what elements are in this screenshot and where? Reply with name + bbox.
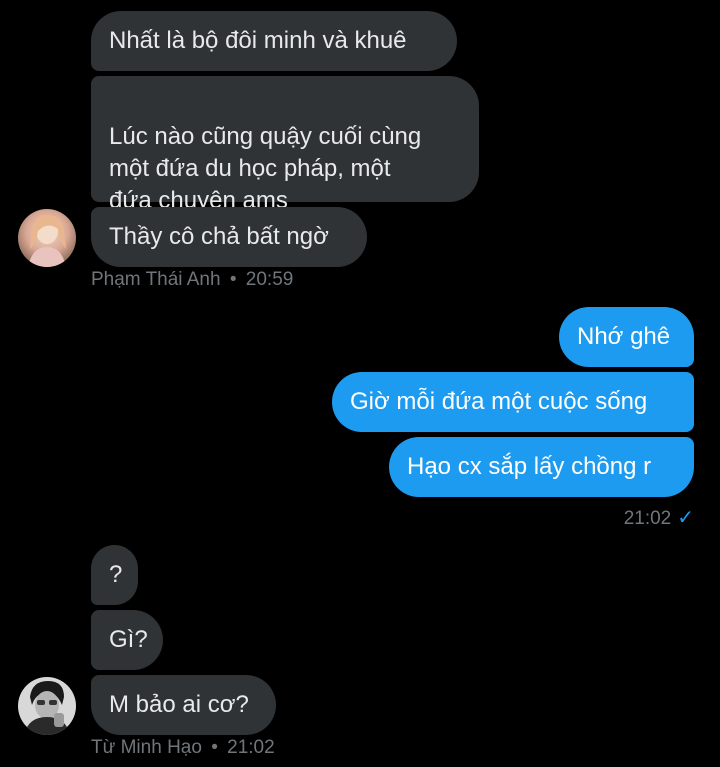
message-text: Hạo cx sắp lấy chồng r xyxy=(407,453,652,480)
message-meta: 21:02 ✓ xyxy=(624,505,694,530)
message-time: 20:59 xyxy=(245,269,294,290)
message-time: 21:02 xyxy=(623,508,672,529)
message-text: Thầy cô chả bất ngờ xyxy=(109,223,329,250)
message-text: Giờ mỗi đứa một cuộc sống xyxy=(350,388,648,415)
message-text: Gì? xyxy=(109,626,148,653)
message-bubble-incoming[interactable]: ? xyxy=(91,545,138,605)
meta-separator: • xyxy=(211,737,218,758)
message-bubble-incoming[interactable]: Gì? xyxy=(91,610,163,670)
message-time: 21:02 xyxy=(227,737,275,758)
sender-name: Từ Minh Hạo xyxy=(91,737,202,758)
message-bubble-incoming[interactable]: Lúc nào cũng quậy cuối cùng một đứa du h… xyxy=(91,76,479,214)
sender-name: Phạm Thái Anh xyxy=(91,269,221,290)
message-meta: Phạm Thái Anh • 20:59 xyxy=(91,269,293,291)
message-text: M bảo ai cơ? xyxy=(109,691,249,718)
avatar-photo-icon xyxy=(18,209,76,267)
user-avatar[interactable] xyxy=(18,209,76,267)
message-text: Nhất là bộ đôi minh và khuê xyxy=(109,27,407,54)
message-bubble-outgoing[interactable]: Nhớ ghê xyxy=(559,307,694,367)
message-bubble-outgoing[interactable]: Giờ mỗi đứa một cuộc sống xyxy=(332,372,694,432)
avatar-photo-icon xyxy=(18,677,76,735)
message-text: Nhớ ghê xyxy=(577,323,671,350)
user-avatar[interactable] xyxy=(18,677,76,735)
message-bubble-incoming[interactable]: M bảo ai cơ? xyxy=(91,675,276,735)
message-text: ? xyxy=(109,561,123,588)
message-meta: Từ Minh Hạo • 21:02 xyxy=(91,737,275,759)
message-bubble-outgoing[interactable]: Hạo cx sắp lấy chồng r xyxy=(389,437,694,497)
message-bubble-incoming[interactable]: Thầy cô chả bất ngờ xyxy=(91,207,367,267)
meta-separator: • xyxy=(229,269,237,290)
check-icon: ✓ xyxy=(677,507,694,529)
message-text: Lúc nào cũng quậy cuối cùng một đứa du h… xyxy=(109,123,422,214)
message-bubble-incoming[interactable]: Nhất là bộ đôi minh và khuê xyxy=(91,11,457,71)
